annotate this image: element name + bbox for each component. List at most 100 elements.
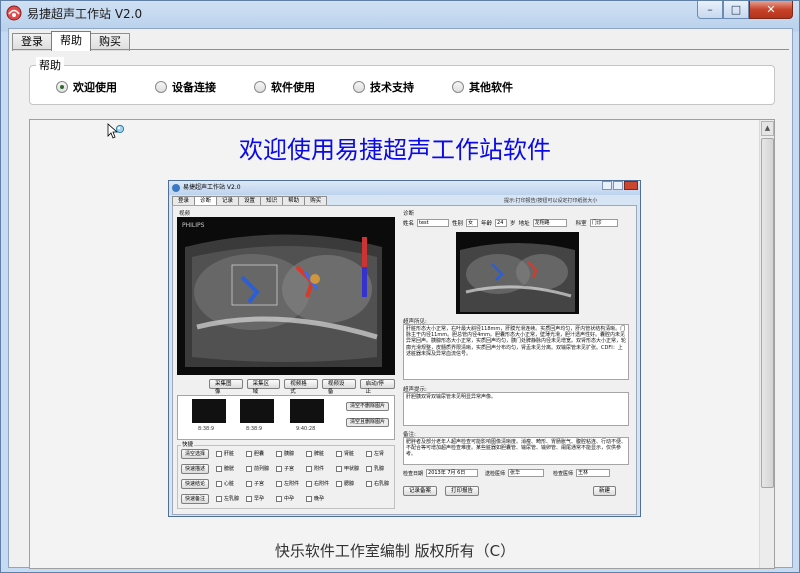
screenshot-tab: 帮助 (282, 196, 306, 205)
thumbnail-caption: 9:40:28 (296, 426, 316, 432)
thumbnail-caption: 8:38:9 (198, 426, 215, 432)
quick-panel: 快捷 清空选择 快速描述 快速结论 快速备注 肝脏 胆囊 胰腺 脾脏 肾脏 左肾… (177, 440, 395, 509)
radio-other-software-dot[interactable] (452, 81, 464, 93)
thumbnail (192, 399, 226, 423)
maximize-icon: □ (730, 3, 742, 16)
ultrasound-image: PHILIPS (177, 217, 395, 375)
selected-ultrasound-image (456, 232, 579, 314)
video-device-button: 视频设备 (321, 379, 356, 395)
capture-region-button: 采集区域 (246, 379, 281, 395)
help-groupbox: 帮助 欢迎使用 设备连接 软件使用 技术支持 其他软件 (29, 57, 775, 105)
scroll-thumb[interactable] (761, 138, 774, 488)
screenshot-title-bar: 易捷超声工作站 V2.0 (169, 181, 640, 195)
tab-divider (12, 49, 789, 50)
quick-clear-button: 清空选择 (181, 449, 209, 459)
patient-sex-label: 性别 (452, 221, 464, 227)
thumbnail-caption: 8:38:9 (246, 426, 263, 432)
welcome-headline: 欢迎使用易捷超声工作站软件 (239, 136, 551, 164)
capture-buttons: 采集图像 采集区域 视频格式 视频设备 启动/停止 (209, 379, 399, 395)
quick-remark-button: 快速备注 (181, 494, 209, 504)
patient-dept-label: 科室 (575, 221, 587, 227)
radio-tech-support-label: 技术支持 (370, 81, 414, 94)
patient-address-field: 龙翔路 (532, 219, 567, 227)
minimize-button[interactable]: – (697, 1, 723, 19)
capture-image-button: 采集图像 (209, 379, 243, 395)
check-date-label: 检查日期 (403, 470, 424, 477)
patient-info-row: 姓名 test 性别 女 年龄 24 岁 地址 龙翔路 科室 门诊 (403, 217, 633, 229)
quick-conclusion-button: 快速结论 (181, 479, 209, 489)
quick-checkbox: 附件 (306, 465, 324, 472)
quick-checkbox: 乳腺 (366, 465, 384, 472)
screenshot-tab-active: 诊断 (194, 196, 218, 205)
quick-checkbox: 早孕 (246, 495, 264, 502)
quick-describe-button: 快速描述 (181, 464, 209, 474)
check-doctor-field: 王林 (576, 469, 611, 477)
client-area: 登录 帮助 购买 帮助 欢迎使用 设备连接 软件使用 技术支持 其他软件 欢迎使… (8, 28, 793, 569)
radio-welcome-dot[interactable] (56, 81, 68, 93)
radio-device-connect[interactable]: 设备连接 (155, 79, 216, 95)
patient-name-field: test (417, 219, 450, 227)
main-window: 易捷超声工作站 V2.0 – □ ✕ 登录 帮助 购买 帮助 欢迎使用 设备连接… (0, 0, 800, 573)
ultrasound-video: PHILIPS (177, 217, 395, 375)
print-report-button: 打印报告 (445, 486, 480, 496)
scroll-up-arrow-icon[interactable]: ▲ (761, 121, 774, 136)
title-bar[interactable]: 易捷超声工作站 V2.0 – □ ✕ (1, 1, 799, 25)
radio-welcome-label: 欢迎使用 (73, 81, 117, 94)
quick-checkbox: 中孕 (276, 495, 294, 502)
check-date-field: 2013年 7月 6日 (426, 469, 479, 477)
quick-checkbox: 右附件 (306, 480, 329, 487)
close-icon: ✕ (766, 3, 776, 16)
thumbnail (240, 399, 274, 423)
radio-other-software[interactable]: 其他软件 (452, 79, 513, 95)
video-panel: 视频 PHILIPS 采集图像 采集区域 视频格式 视频设备 启动/停止 8:3… (177, 209, 399, 509)
screenshot-window-buttons (601, 181, 638, 190)
quick-checkbox: 膀胱 (216, 465, 234, 472)
quick-checkbox: 左乳腺 (216, 495, 239, 502)
radio-tech-support[interactable]: 技术支持 (353, 79, 414, 95)
screenshot-title: 易捷超声工作站 V2.0 (183, 184, 241, 191)
quick-checkbox: 脾脏 (306, 450, 324, 457)
minimize-icon: – (707, 3, 713, 16)
tab-help[interactable]: 帮助 (51, 31, 91, 51)
send-doctor-label: 送检医师 (485, 470, 506, 477)
software-screenshot: 易捷超声工作站 V2.0 登录 诊断 记录 设置 知识 帮助 购买 提示:打印报… (168, 180, 641, 517)
radio-device-connect-dot[interactable] (155, 81, 167, 93)
quick-checkbox: 右乳腺 (366, 480, 389, 487)
diagnosis-panel: 诊断 姓名 test 性别 女 年龄 24 岁 地址 龙翔路 科室 门诊 超声所… (403, 209, 633, 509)
quick-checkbox: 子宫 (276, 465, 294, 472)
quick-checkbox: 肝脏 (216, 450, 234, 457)
radio-welcome[interactable]: 欢迎使用 (56, 79, 117, 95)
radio-software-usage-dot[interactable] (254, 81, 266, 93)
start-stop-button: 启动/停止 (359, 379, 396, 395)
quick-checkbox: 前列腺 (246, 465, 269, 472)
diagnosis-label: 诊断 (403, 211, 415, 217)
radio-tech-support-dot[interactable] (353, 81, 365, 93)
video-format-button: 视频格式 (284, 379, 318, 395)
help-content-view[interactable]: 欢迎使用易捷超声工作站软件 易捷超声工作站 V2.0 登录 诊断 记录 设置 知… (29, 119, 775, 569)
vertical-scrollbar[interactable]: ▲ (759, 120, 774, 568)
radio-software-usage[interactable]: 软件使用 (254, 79, 315, 95)
screenshot-tab: 知识 (260, 196, 284, 205)
maximize-button[interactable]: □ (723, 1, 749, 19)
patient-age-label: 年龄 (481, 221, 493, 227)
radio-software-usage-label: 软件使用 (271, 81, 315, 94)
close-button[interactable]: ✕ (749, 1, 793, 19)
help-page: 欢迎使用易捷超声工作站软件 易捷超声工作站 V2.0 登录 诊断 记录 设置 知… (30, 120, 760, 568)
quick-checkbox: 左肾 (366, 450, 384, 457)
thumbnail (290, 399, 324, 423)
screenshot-tab: 登录 (172, 196, 196, 205)
clear-keep-images-button: 清空不删除图片 (346, 402, 390, 411)
patient-name-label: 姓名 (403, 221, 415, 227)
app-icon (6, 5, 22, 21)
quick-checkbox: 胆囊 (246, 450, 264, 457)
help-group-label: 帮助 (36, 57, 64, 73)
quick-checkbox: 甲状腺 (336, 465, 359, 472)
patient-address-label: 地址 (518, 221, 530, 227)
quick-checkbox: 晚孕 (306, 495, 324, 502)
thumbnail-strip: 8:38:9 8:38:9 9:40:28 清空不删除图片 清空且删除图片 (177, 395, 395, 440)
screenshot-tab: 记录 (216, 196, 240, 205)
quick-checkbox: 腮腺 (336, 480, 354, 487)
hint-text: 肝胆胰双肾双输尿管未见明显异常声像。 (403, 392, 629, 426)
screenshot-note: 提示:打印报告/按钮可以设定打印纸张大小 (504, 198, 598, 204)
patient-age-unit: 岁 (510, 221, 516, 227)
